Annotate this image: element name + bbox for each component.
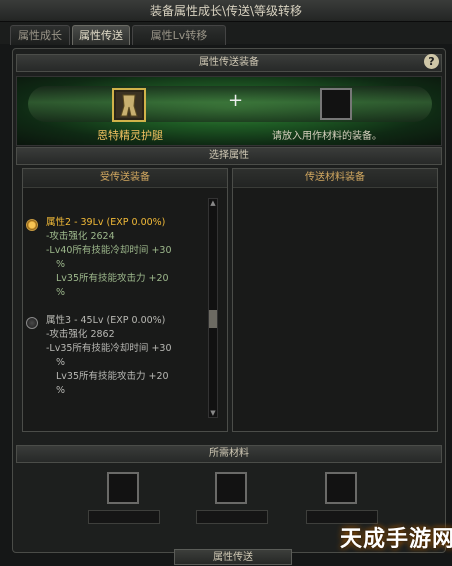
material-equipment-title: 传送材料装备 (233, 169, 437, 188)
material-slot-1[interactable] (107, 472, 139, 504)
option-title: 属性3 - 45Lv (EXP 0.00%) (46, 315, 166, 326)
option-radio-1[interactable] (26, 219, 38, 231)
option-line: -Lv35所有技能冷却时间 +30 (46, 343, 172, 354)
scroll-up-icon[interactable]: ▲ (208, 199, 218, 207)
tab-attribute-growth[interactable]: 属性成长 (10, 25, 70, 45)
option-line: % (56, 385, 66, 396)
window-title: 装备属性成长\传送\等级转移 (0, 0, 452, 22)
material-count-1 (88, 510, 160, 524)
material-count-2 (196, 510, 268, 524)
select-attribute-header: 选择属性 (16, 147, 442, 165)
plus-icon: + (228, 90, 244, 111)
attribute-option-2[interactable]: 属性3 - 45Lv (EXP 0.00%) -攻击强化 2862 -Lv35所… (46, 314, 172, 398)
option-title: 属性2 - 39Lv (EXP 0.00%) (46, 217, 166, 228)
option-line: % (56, 259, 66, 270)
source-item-name: 恩特精灵护腿 (97, 129, 163, 142)
option-line: -攻击强化 2624 (46, 231, 115, 242)
leg-armor-icon (116, 92, 142, 118)
scrollbar-thumb[interactable] (209, 310, 217, 328)
source-equipment-slot[interactable] (112, 88, 146, 122)
material-slot-2[interactable] (215, 472, 247, 504)
required-materials-header: 所需材料 (16, 445, 442, 463)
tab-attribute-transfer[interactable]: 属性传送 (72, 25, 130, 45)
help-icon[interactable]: ? (424, 54, 439, 69)
transfer-section-header: 属性传送装备 (16, 54, 442, 72)
scroll-down-icon[interactable]: ▼ (208, 409, 218, 417)
attribute-transfer-button[interactable]: 属性传送 (174, 549, 292, 565)
option-line: Lv35所有技能攻击力 +20 (56, 273, 169, 284)
target-equipment-slot[interactable] (320, 88, 352, 120)
site-watermark: 天成手游网 (340, 527, 452, 552)
attribute-option-1[interactable]: 属性2 - 39Lv (EXP 0.00%) -攻击强化 2624 -Lv40所… (46, 216, 172, 300)
option-scrollbar[interactable] (208, 198, 218, 418)
option-line: % (56, 287, 66, 298)
material-equipment-column: 传送材料装备 (232, 168, 438, 432)
option-line: % (56, 357, 66, 368)
option-line: Lv35所有技能攻击力 +20 (56, 371, 169, 382)
tab-bar: 属性成长 属性传送 属性Lv转移 (0, 22, 452, 45)
material-slot-3[interactable] (325, 472, 357, 504)
option-line: -攻击强化 2862 (46, 329, 115, 340)
tab-attribute-lv-transfer[interactable]: 属性Lv转移 (132, 25, 226, 45)
option-radio-2[interactable] (26, 317, 38, 329)
target-placeholder-text: 请放入用作材料的装备。 (272, 131, 382, 142)
option-line: -Lv40所有技能冷却时间 +30 (46, 245, 172, 256)
received-equipment-title: 受传送装备 (23, 169, 227, 188)
